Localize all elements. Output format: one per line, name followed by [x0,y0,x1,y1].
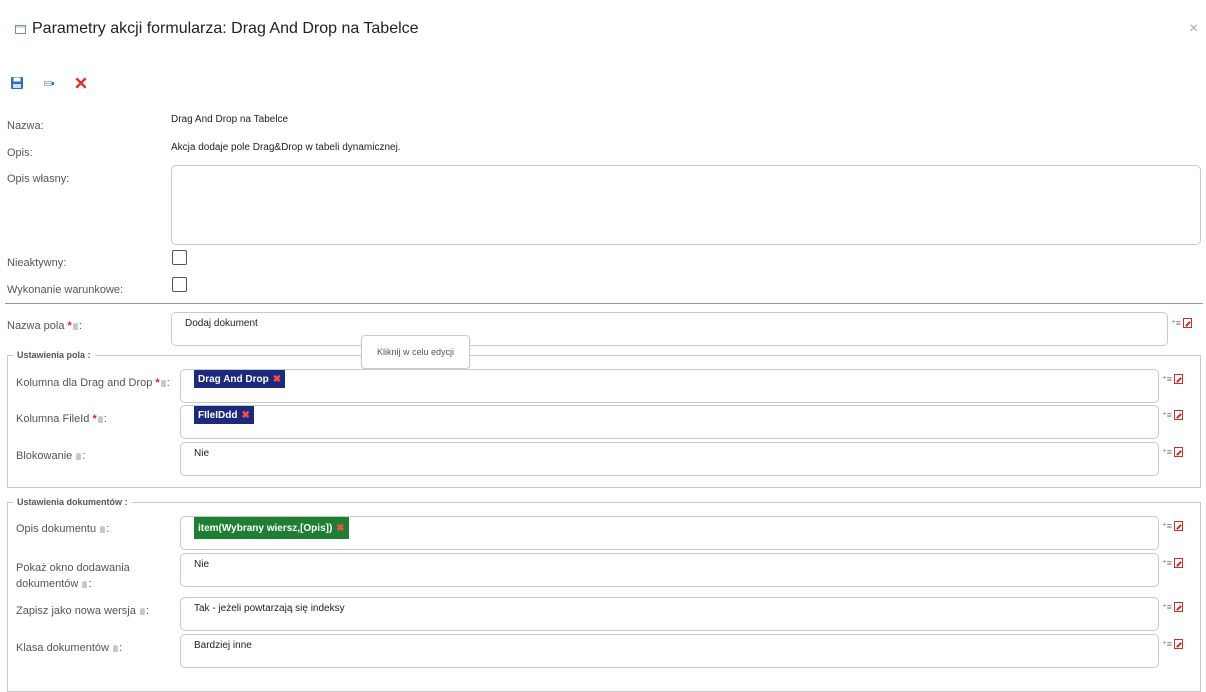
remove-tag-icon[interactable]: ✖ [241,410,249,421]
insert-variable-icon[interactable]: ⁺≡ [1162,558,1172,568]
clear-icon[interactable] [1174,447,1183,457]
clear-icon[interactable] [1174,558,1183,568]
clear-icon[interactable] [1183,318,1192,328]
hint-icon[interactable] [76,453,82,460]
inactive-label: Nieaktywny: [7,257,67,269]
insert-variable-icon[interactable]: ⁺≡ [1162,602,1172,612]
blocking-label: Blokowanie : [16,450,86,462]
field-settings-legend: Ustawienia pola : [13,350,95,360]
drag-column-actions: ⁺≡ [1162,374,1183,384]
clear-icon[interactable] [1174,521,1183,531]
conditional-label: Wykonanie warunkowe: [7,284,124,296]
field-name-label: Nazwa pola *: [7,320,82,332]
fileid-column-tag: FIleIDdd ✖ [194,406,254,424]
field-name-actions: ⁺≡ [1171,318,1192,328]
insert-variable-icon[interactable]: ⁺≡ [1162,639,1172,649]
doc-description-tag: item(Wybrany wiersz,[Opis]) ✖ [194,517,349,539]
drag-column-label: Kolumna dla Drag and Drop *: [16,377,170,389]
hint-icon[interactable] [139,608,145,615]
description-value: Akcja dodaje pole Drag&Drop w tabeli dyn… [171,142,401,153]
separator [5,303,1203,304]
insert-variable-icon[interactable]: ⁺≡ [1162,521,1172,531]
hint-icon[interactable] [160,380,166,387]
insert-variable-icon[interactable]: ⁺≡ [1162,410,1172,420]
required-mark: * [92,413,97,425]
delete-icon[interactable] [74,76,88,90]
drag-column-tag: Drag And Drop ✖ [194,370,286,388]
required-mark: * [155,377,160,389]
remove-tag-icon[interactable]: ✖ [273,374,281,385]
inactive-checkbox[interactable] [172,250,187,265]
clear-icon[interactable] [1174,410,1183,420]
close-icon[interactable]: × [1189,20,1198,38]
form-icon [15,24,26,34]
doc-description-label: Opis dokumentu : [16,523,110,535]
new-version-select[interactable]: Tak - jeżeli powtarzają się indeksy [180,597,1159,631]
doc-description-actions: ⁺≡ [1162,521,1183,531]
blocking-value: Nie [194,448,210,459]
field-name-input[interactable]: Dodaj dokument [171,312,1168,346]
field-name-value: Dodaj dokument [185,318,258,329]
blocking-actions: ⁺≡ [1162,447,1183,457]
conditional-checkbox[interactable] [172,277,187,292]
new-version-actions: ⁺≡ [1162,602,1183,612]
hint-icon[interactable] [97,416,103,423]
show-window-label: Pokaż okno dodawania dokumentów : [16,562,130,590]
doc-settings-legend: Ustawienia dokumentów : [13,497,132,507]
blocking-select[interactable]: Nie [180,442,1159,476]
clear-icon[interactable] [1174,602,1183,612]
insert-variable-icon[interactable]: ⁺≡ [1162,447,1172,457]
insert-variable-icon[interactable]: ⁺≡ [1162,374,1172,384]
fileid-column-actions: ⁺≡ [1162,410,1183,420]
doc-class-actions: ⁺≡ [1162,639,1183,649]
fileid-column-label: Kolumna FileId *: [16,413,107,425]
export-icon[interactable] [42,76,56,90]
insert-variable-icon[interactable]: ⁺≡ [1171,318,1181,328]
new-version-label: Zapisz jako nowa wersja : [16,605,149,617]
edit-tooltip: Kliknij w celu edycji [361,335,470,369]
hint-icon[interactable] [100,526,106,533]
doc-class-select[interactable]: Bardziej inne [180,634,1159,668]
doc-description-input[interactable]: item(Wybrany wiersz,[Opis]) ✖ [180,516,1159,550]
name-value: Drag And Drop na Tabelce [171,114,289,125]
drag-column-input[interactable]: Drag And Drop ✖ [180,369,1159,403]
doc-class-value: Bardziej inne [194,640,252,651]
own-description-textarea[interactable] [171,165,1201,245]
remove-tag-icon[interactable]: ✖ [336,523,344,534]
fileid-column-input[interactable]: FIleIDdd ✖ [180,405,1159,439]
name-label: Nazwa: [7,120,44,132]
show-window-select[interactable]: Nie [180,553,1159,587]
hint-icon[interactable] [72,323,78,330]
clear-icon[interactable] [1174,639,1183,649]
save-icon[interactable] [10,76,24,90]
show-window-actions: ⁺≡ [1162,558,1183,568]
doc-class-label: Klasa dokumentów : [16,642,123,654]
required-mark: * [67,320,72,332]
clear-icon[interactable] [1174,374,1183,384]
description-label: Opis: [7,147,33,159]
show-window-value: Nie [194,559,210,570]
dialog-title-text: Parametry akcji formularza: Drag And Dro… [32,20,419,37]
dialog-title: Parametry akcji formularza: Drag And Dro… [15,20,419,38]
own-description-label: Opis własny: [7,173,70,185]
hint-icon[interactable] [113,645,119,652]
hint-icon[interactable] [82,581,88,588]
new-version-value: Tak - jeżeli powtarzają się indeksy [194,603,345,614]
